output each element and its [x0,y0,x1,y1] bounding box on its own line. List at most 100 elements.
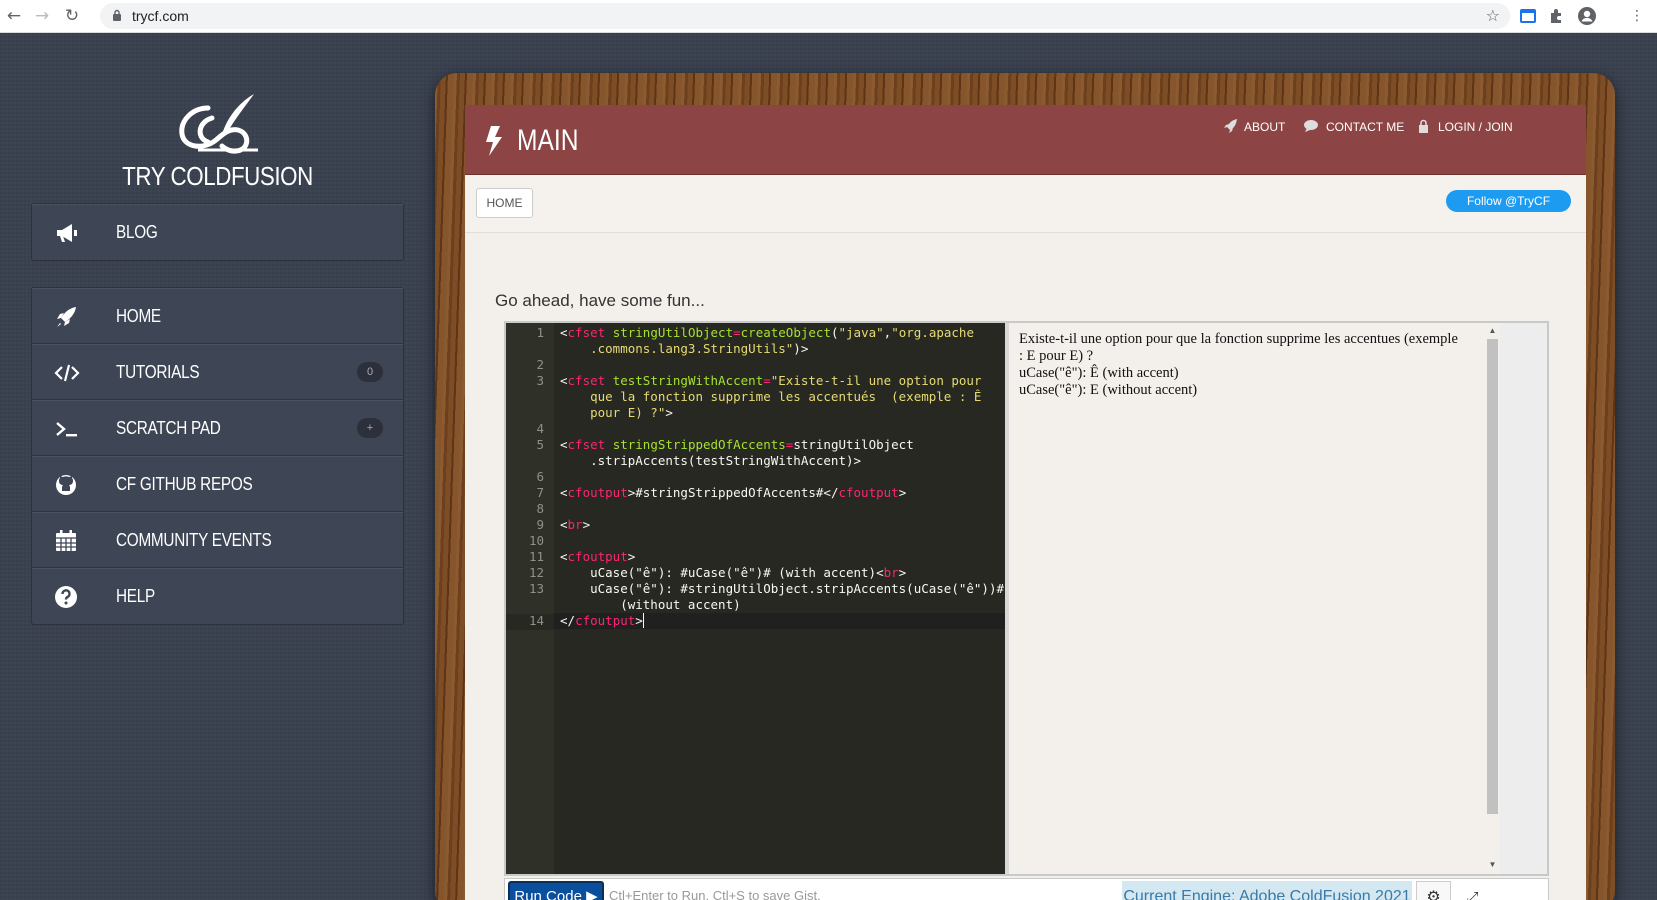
line-number: 12 [528,565,544,580]
intro-text: Go ahead, have some fun... [495,291,705,310]
line-number: 2 [536,357,544,372]
follow-label: Follow @TryCF [1466,194,1551,208]
code-line: pour E) ?"> [560,405,673,420]
line-number: 5 [536,437,544,452]
coldfusion-logo[interactable] [168,88,268,160]
code-line: (without accent) [560,597,741,612]
code-line: uCase("ê"): #uCase("ê")# (with accent)<b… [560,565,907,580]
sidebar-item-label: HELP [116,586,155,606]
lock-icon [113,9,121,21]
lock-icon [1419,119,1428,133]
expand-icon[interactable]: ⤢ [1455,881,1490,900]
sidebar-item-label: COMMUNITY EVENTS [116,530,272,550]
sidebar-item-label: TUTORIALS [116,362,200,382]
output-line: uCase("ê"): E (without accent) [1019,382,1198,398]
scroll-thumb[interactable] [1487,339,1498,814]
sidebar-item-blog[interactable]: BLOG [32,204,403,260]
extension-icon[interactable] [1518,6,1538,26]
main-menu: HOME TUTORIALS 0 SCRATCH PAD + CF GITHUB… [31,287,404,625]
output-line: uCase("ê"): Ê (with accent) [1019,365,1179,381]
output-line: Existe-t-il une option pour que la fonct… [1019,331,1458,347]
breadcrumb-bar: HOME Follow @TryCF [465,175,1586,233]
terminal-icon [56,422,77,437]
line-number: 10 [528,533,544,548]
line-number: 13 [528,581,544,596]
code-line: <br> [560,517,591,532]
line-number-gutter: 1 2 3 4 5 6 7 8 9 10 11 12 13 14 [506,323,554,874]
page-background: TRY COLDFUSION BLOG HOME TUTORIALS 0 SCR… [0,33,1657,900]
contact-link[interactable]: CONTACT ME [1304,119,1404,134]
back-arrow-icon[interactable]: ← [2,4,26,28]
url-text: trycf.com [132,8,189,24]
main-header: MAIN ABOUT CONTACT ME LOGIN / JOIN [465,105,1586,175]
editor-toolbar: Run Code ▶ Ctl+Enter to Run, Ctl+S to sa… [504,878,1549,900]
code-textarea[interactable]: <cfset stringUtilObject=createObject("ja… [554,323,1005,874]
site-title[interactable]: TRY COLDFUSION [56,161,379,192]
twitter-follow-button[interactable]: Follow @TryCF [1446,190,1571,212]
question-icon [55,586,77,608]
sidebar-item-home[interactable]: HOME [32,288,403,344]
scroll-up-icon[interactable]: ▲ [1487,325,1498,337]
megaphone-icon [57,224,77,242]
line-number: 8 [536,501,544,516]
breadcrumb-home-button[interactable]: HOME [476,188,533,218]
login-link[interactable]: LOGIN / JOIN [1416,119,1513,134]
engine-selector[interactable]: Current Engine: Adobe ColdFusion 2021 [1122,881,1412,900]
sidebar-item-help[interactable]: HELP [32,568,403,624]
line-number: 1 [536,325,544,340]
sidebar-item-label: HOME [116,306,161,326]
output-scrollbar[interactable]: ▲ ▼ [1485,323,1500,874]
code-line: <cfset stringStrippedOfAccents=stringUti… [560,437,914,452]
contact-label: CONTACT ME [1326,120,1405,134]
bolt-icon [486,126,502,156]
rocket-icon [57,307,76,327]
add-badge[interactable]: + [357,418,383,438]
output-line: : E pour E) ? [1019,348,1094,364]
address-bar[interactable]: trycf.com ☆ [100,3,1510,29]
sidebar-item-tutorials[interactable]: TUTORIALS 0 [32,344,403,400]
sidebar-item-community-events[interactable]: COMMUNITY EVENTS [32,512,403,568]
sidebar-item-label: BLOG [116,222,158,242]
line-number: 14 [528,613,544,628]
about-label: ABOUT [1244,120,1286,134]
gear-icon[interactable]: ⚙ [1416,881,1451,900]
line-number: 4 [536,421,544,436]
shortcut-hint: Ctl+Enter to Run, Ctl+S to save Gist. [609,888,821,900]
code-line: .commons.lang3.StringUtils")> [560,341,809,356]
code-line: <cfoutput> [560,549,636,564]
puzzle-icon[interactable] [1547,6,1567,26]
main-panel: MAIN ABOUT CONTACT ME LOGIN / JOIN HOME … [465,105,1586,900]
line-number: 3 [536,373,544,388]
comments-icon [1304,120,1318,132]
count-badge: 0 [357,362,383,382]
run-code-button[interactable]: Run Code ▶ [508,881,604,900]
rocket-icon [1224,119,1237,133]
code-line: </cfoutput> [560,613,644,628]
forward-arrow-icon[interactable]: → [30,4,54,28]
code-line: <cfset stringUtilObject=createObject("ja… [560,325,974,340]
code-line: <cfset testStringWithAccent="Existe-t-il… [560,373,982,388]
scroll-down-icon[interactable]: ▼ [1487,859,1498,871]
line-number: 9 [536,517,544,532]
about-link[interactable]: ABOUT [1222,119,1285,134]
code-line: <cfoutput>#stringStrippedOfAccents#</cfo… [560,485,907,500]
login-label: LOGIN / JOIN [1438,120,1513,134]
line-number: 7 [536,485,544,500]
menu-dots-icon[interactable]: ⋮ [1625,4,1649,28]
sidebar-item-github[interactable]: CF GITHUB REPOS [32,456,403,512]
line-number: 6 [536,469,544,484]
sidebar-item-scratch-pad[interactable]: SCRATCH PAD + [32,400,403,456]
blog-menu: BLOG [31,203,404,261]
code-line: uCase("ê"): #stringUtilObject.stripAccen… [560,581,1005,596]
output-pane: Existe-t-il une option pour que la fonct… [1009,323,1485,874]
github-icon [56,475,76,495]
code-line: que la fonction supprime les accentués (… [560,389,982,404]
browser-toolbar: ← → ↻ trycf.com ☆ ⋮ [0,0,1657,33]
reload-icon[interactable]: ↻ [60,4,84,28]
page-title: MAIN [517,124,579,157]
profile-icon[interactable] [1577,6,1597,26]
sidebar-item-label: CF GITHUB REPOS [116,474,253,494]
line-number: 11 [528,549,544,564]
code-icon [54,364,80,382]
bookmark-star-icon[interactable]: ☆ [1486,6,1500,25]
